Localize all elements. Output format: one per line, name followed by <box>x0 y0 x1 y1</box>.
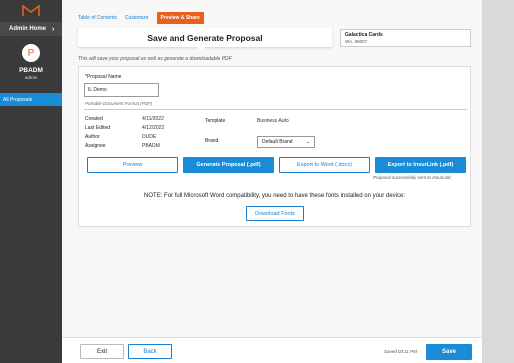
sidebar-item-all-proposals[interactable]: All Proposals <box>0 93 62 106</box>
author-label: Author <box>85 134 100 140</box>
brand-select-value: Default Brand <box>262 139 293 145</box>
template-label: Template <box>205 118 226 124</box>
created-value: 4/11/2022 <box>142 116 164 122</box>
last-edited-value: 4/12/2022 <box>142 125 165 131</box>
user-role: admin <box>24 75 38 80</box>
template-value: Business Auto <box>257 118 289 124</box>
client-address: WA, 98007 <box>345 39 368 44</box>
sidebar: Admin Home › P PBADM admin All Proposals <box>0 0 62 363</box>
chevron-right-icon: › <box>52 25 55 33</box>
proposal-name-label: *Proposal Name <box>85 74 122 80</box>
user-name: PBADM <box>19 67 43 74</box>
title-pointer <box>196 46 206 51</box>
assignee-label: Assignee <box>85 143 106 149</box>
right-gutter <box>482 0 514 363</box>
logo-icon <box>22 5 40 16</box>
step-tabs: Table of Contents Customize Preview & Sh… <box>78 12 204 24</box>
proposal-name-input[interactable]: IL Demo <box>84 83 159 97</box>
generate-pdf-button[interactable]: Generate Proposal (.pdf) <box>183 157 274 173</box>
divider <box>84 109 467 110</box>
created-label: Created <box>85 116 103 122</box>
client-name: Galactica Cards <box>345 32 383 38</box>
page-subtitle: This will save your proposal as well as … <box>78 56 232 62</box>
export-word-button[interactable]: Export to Word (.docx) <box>279 157 370 173</box>
chevron-down-icon: ⌄ <box>305 139 310 145</box>
last-edited-label: Last Edited <box>85 125 111 131</box>
download-fonts-button[interactable]: Download Fonts <box>246 206 304 221</box>
tab-table-of-contents[interactable]: Table of Contents <box>78 15 117 21</box>
preview-button[interactable]: Preview <box>87 157 178 173</box>
avatar[interactable]: P <box>22 44 40 62</box>
proposal-card: *Proposal Name IL Demo Portable Document… <box>78 66 471 227</box>
footer-bar: Exit Back Saved 03:11 PM Save <box>62 337 482 363</box>
client-card: Galactica Cards WA, 98007 <box>340 29 471 47</box>
format-hint: Portable Document Format (PDF) <box>85 101 153 106</box>
assignee-value: PBADM <box>142 143 160 149</box>
back-button[interactable]: Back <box>128 344 172 359</box>
brand-label: Brand <box>205 138 219 144</box>
insurlink-status: Proposal successfully sent to InsurLink. <box>373 175 452 180</box>
font-note: NOTE: For full Microsoft Word compatibil… <box>144 193 405 199</box>
admin-home-link[interactable]: Admin Home › <box>0 22 62 36</box>
save-button[interactable]: Save <box>426 344 472 360</box>
export-insurlink-button[interactable]: Export to InsurLink (.pdf) <box>375 157 466 173</box>
page-title: Save and Generate Proposal <box>78 28 332 47</box>
brand-select[interactable]: Default Brand ⌄ <box>257 136 315 148</box>
exit-button[interactable]: Exit <box>80 344 124 359</box>
tab-preview-share[interactable]: Preview & Share <box>156 12 204 24</box>
tab-customize[interactable]: Customize <box>125 15 149 21</box>
author-value: DUDE <box>142 134 157 140</box>
saved-status: Saved 03:11 PM <box>384 349 417 354</box>
admin-home-label: Admin Home <box>9 26 47 32</box>
